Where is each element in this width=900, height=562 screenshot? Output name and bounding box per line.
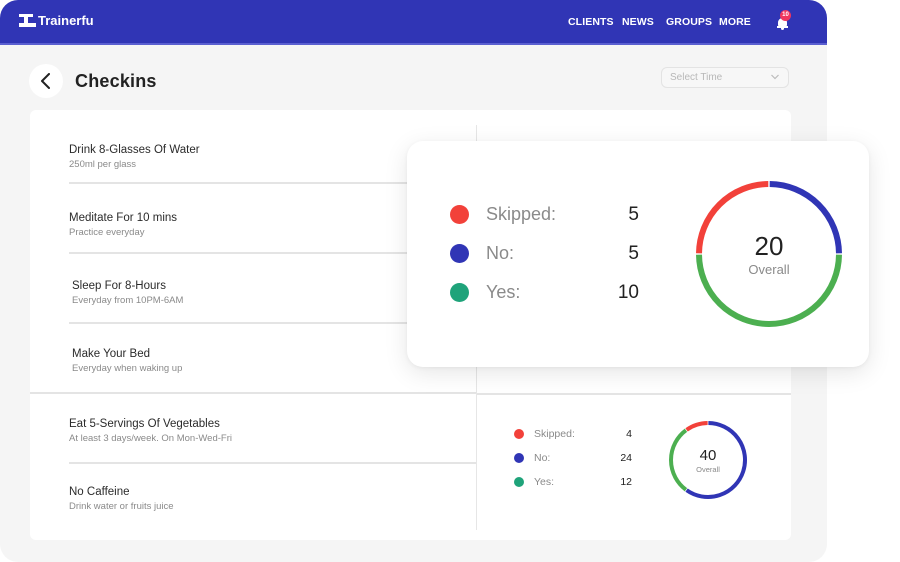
notification-badge: 10 — [780, 10, 791, 21]
checkin-subtitle: Practice everyday — [69, 227, 145, 238]
yes-value: 12 — [620, 476, 632, 488]
chevron-left-icon — [41, 73, 50, 89]
nav-more[interactable]: MORE — [719, 16, 751, 28]
overall-stats-card: Skipped: 5 No: 5 Yes: 10 20 Overall — [407, 141, 869, 367]
checkin-subtitle: Drink water or fruits juice — [69, 501, 174, 512]
checkin-item[interactable]: Eat 5-Servings Of Vegetables At least 3 … — [69, 418, 232, 444]
donut-chart-small: 40 Overall — [669, 421, 747, 499]
yes-value: 10 — [617, 282, 639, 303]
donut-center-label: Overall — [696, 465, 720, 474]
skipped-dot-icon — [514, 429, 524, 439]
legend-skipped: Skipped: — [450, 204, 556, 225]
skipped-value: 4 — [626, 428, 632, 440]
no-value: 5 — [628, 243, 639, 264]
legend-yes: Yes: — [450, 282, 520, 303]
no-value: 24 — [620, 452, 632, 464]
checkin-subtitle: At least 3 days/week. On Mon-Wed-Fri — [69, 433, 232, 444]
legend-no: No: — [450, 243, 514, 264]
trainerfu-logo-icon — [19, 13, 37, 28]
no-dot-icon — [450, 244, 469, 263]
checkin-title: Meditate For 10 mins — [69, 212, 178, 224]
skipped-dot-icon — [450, 205, 469, 224]
checkin-subtitle: Everyday from 10PM-6AM — [72, 295, 184, 306]
checkin-title: Drink 8-Glasses Of Water — [69, 144, 200, 156]
yes-dot-icon — [514, 477, 524, 487]
checkin-title: Eat 5-Servings Of Vegetables — [69, 418, 220, 430]
brand-name: Trainerfu — [38, 13, 94, 28]
checkin-item[interactable]: Drink 8-Glasses Of Water 250ml per glass — [69, 144, 200, 170]
checkin-subtitle: Everyday when waking up — [72, 363, 183, 374]
nav-clients[interactable]: CLIENTS — [568, 16, 614, 28]
brand-logo[interactable]: Trainerfu — [19, 13, 94, 28]
yes-dot-icon — [450, 283, 469, 302]
legend-no: No: — [514, 452, 550, 464]
donut-center-label: Overall — [748, 262, 789, 277]
checkin-item[interactable]: Meditate For 10 mins Practice everyday — [69, 212, 177, 238]
small-legend: Skipped: 4 No: 24 Yes: 12 — [514, 428, 644, 488]
row-divider — [69, 462, 476, 464]
no-dot-icon — [514, 453, 524, 463]
checkin-item[interactable]: No Caffeine Drink water or fruits juice — [69, 486, 174, 512]
chevron-down-icon — [771, 74, 779, 80]
back-button[interactable] — [29, 64, 63, 98]
skipped-value: 5 — [628, 204, 639, 225]
time-select-placeholder: Select Time — [670, 72, 723, 83]
row-divider — [30, 392, 476, 394]
legend-skipped: Skipped: — [514, 428, 575, 440]
time-select[interactable]: Select Time — [661, 67, 789, 88]
row-divider — [477, 393, 791, 395]
donut-segment-skipped — [685, 421, 708, 432]
top-navbar: Trainerfu CLIENTS NEWS GROUPS MORE 10 — [0, 0, 827, 45]
checkin-title: No Caffeine — [69, 486, 130, 498]
legend-yes: Yes: — [514, 476, 554, 488]
checkin-subtitle: 250ml per glass — [69, 159, 137, 170]
checkin-title: Make Your Bed — [72, 348, 151, 360]
checkin-title: Sleep For 8-Hours — [72, 280, 166, 292]
nav-groups[interactable]: GROUPS — [666, 16, 712, 28]
nav-news[interactable]: NEWS — [622, 16, 654, 28]
donut-chart-large: 20 Overall — [696, 181, 842, 328]
donut-segment-yes — [669, 428, 688, 492]
page-title: Checkins — [75, 71, 157, 91]
checkin-item[interactable]: Sleep For 8-Hours Everyday from 10PM-6AM — [72, 280, 183, 306]
donut-total: 20 — [755, 231, 784, 261]
donut-total: 40 — [700, 447, 717, 464]
checkin-item[interactable]: Make Your Bed Everyday when waking up — [72, 348, 182, 374]
